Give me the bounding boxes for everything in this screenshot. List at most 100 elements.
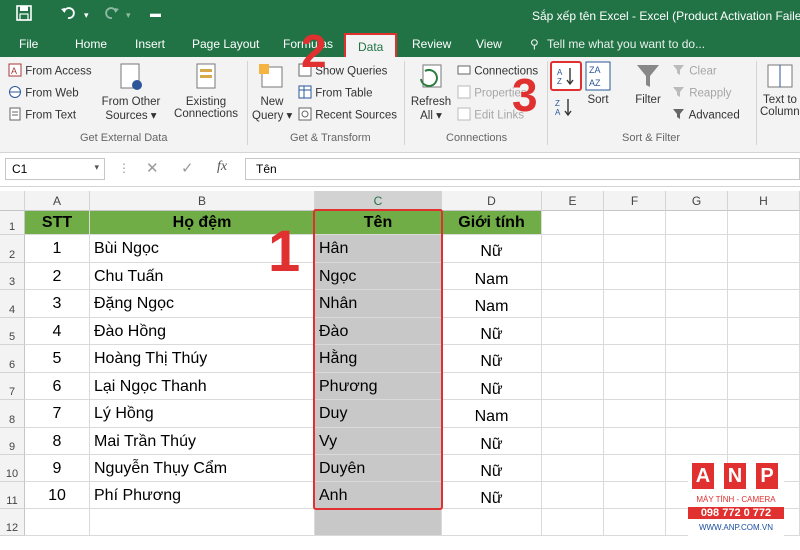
cell-ho-dem[interactable]: Phí Phương: [90, 482, 315, 509]
undo-icon[interactable]: [60, 5, 76, 25]
cell-stt[interactable]: 4: [25, 318, 90, 345]
column-header-g[interactable]: G: [666, 191, 728, 211]
redo-icon[interactable]: [104, 5, 120, 25]
from-access-button[interactable]: A From Access: [8, 63, 92, 80]
empty-cell[interactable]: [542, 455, 604, 482]
empty-cell[interactable]: [25, 509, 90, 536]
cell-ho-dem[interactable]: Lý Hồng: [90, 400, 315, 428]
sort-a-to-z-button[interactable]: AZ: [550, 61, 582, 91]
tell-me-input[interactable]: Tell me what you want to do...: [547, 37, 705, 51]
empty-cell[interactable]: [542, 400, 604, 428]
empty-cell[interactable]: [666, 373, 728, 400]
empty-cell[interactable]: [542, 428, 604, 455]
empty-cell[interactable]: [666, 290, 728, 318]
cell-ho-dem[interactable]: Mai Trần Thúy: [90, 428, 315, 455]
cell-stt[interactable]: 1: [25, 235, 90, 263]
cell-stt[interactable]: 6: [25, 373, 90, 400]
empty-cell[interactable]: [542, 345, 604, 373]
empty-cell[interactable]: [604, 345, 666, 373]
select-all-corner[interactable]: [0, 191, 25, 211]
cell-ho-dem[interactable]: Hoàng Thị Thúy: [90, 345, 315, 373]
row-header[interactable]: 4: [0, 290, 25, 318]
empty-cell[interactable]: [728, 345, 800, 373]
cell-ten[interactable]: Ngọc: [315, 263, 442, 290]
undo-dropdown-icon[interactable]: ▾: [84, 10, 89, 21]
empty-cell[interactable]: [90, 509, 315, 536]
empty-cell[interactable]: [604, 373, 666, 400]
header-cell-stt[interactable]: STT: [25, 211, 90, 235]
row-header[interactable]: 10: [0, 455, 25, 482]
empty-cell[interactable]: [604, 290, 666, 318]
row-header[interactable]: 9: [0, 428, 25, 455]
empty-cell[interactable]: [728, 318, 800, 345]
cell-gioi-tinh[interactable]: Nam: [442, 263, 542, 290]
cell-gioi-tinh[interactable]: Nam: [442, 290, 542, 318]
new-query-button[interactable]: New Query ▾: [252, 61, 292, 122]
empty-cell[interactable]: [604, 263, 666, 290]
customize-qat-icon[interactable]: ▬: [150, 8, 161, 20]
empty-cell[interactable]: [604, 211, 666, 235]
cell-gioi-tinh[interactable]: Nữ: [442, 318, 542, 345]
row-header[interactable]: 12: [0, 509, 25, 536]
empty-cell[interactable]: [604, 400, 666, 428]
empty-cell[interactable]: [315, 509, 442, 536]
row-header[interactable]: 5: [0, 318, 25, 345]
cell-ten[interactable]: Đào: [315, 318, 442, 345]
name-box[interactable]: C1 ▾: [5, 158, 105, 180]
cell-stt[interactable]: 10: [25, 482, 90, 509]
empty-cell[interactable]: [666, 318, 728, 345]
cell-ho-dem[interactable]: Lại Ngọc Thanh: [90, 373, 315, 400]
empty-cell[interactable]: [666, 263, 728, 290]
cell-ten[interactable]: Anh: [315, 482, 442, 509]
cell-ten[interactable]: Duy: [315, 400, 442, 428]
cell-stt[interactable]: 3: [25, 290, 90, 318]
refresh-all-button[interactable]: Refresh All ▾: [410, 61, 452, 122]
empty-cell[interactable]: [666, 345, 728, 373]
reapply-button[interactable]: Reapply: [672, 85, 731, 102]
column-header-f[interactable]: F: [604, 191, 666, 211]
insert-function-icon[interactable]: fx: [217, 159, 227, 175]
existing-connections-button[interactable]: Existing Connections: [172, 61, 240, 120]
row-header[interactable]: 1: [0, 211, 25, 235]
empty-cell[interactable]: [666, 211, 728, 235]
cancel-icon[interactable]: ✕: [146, 159, 159, 177]
from-table-button[interactable]: From Table: [298, 85, 373, 102]
empty-cell[interactable]: [728, 373, 800, 400]
tab-review[interactable]: Review: [412, 37, 451, 51]
tab-file[interactable]: File: [19, 37, 38, 51]
clear-button[interactable]: Clear: [672, 63, 717, 80]
formula-input[interactable]: Tên: [245, 158, 800, 180]
cell-gioi-tinh[interactable]: Nữ: [442, 455, 542, 482]
tab-home[interactable]: Home: [75, 37, 107, 51]
cell-gioi-tinh[interactable]: Nữ: [442, 482, 542, 509]
redo-dropdown-icon[interactable]: ▾: [126, 10, 131, 21]
tab-insert[interactable]: Insert: [135, 37, 165, 51]
empty-cell[interactable]: [604, 509, 666, 536]
cell-gioi-tinh[interactable]: Nữ: [442, 428, 542, 455]
empty-cell[interactable]: [542, 263, 604, 290]
empty-cell[interactable]: [542, 211, 604, 235]
row-header[interactable]: 3: [0, 263, 25, 290]
from-web-button[interactable]: From Web: [8, 85, 79, 102]
column-header-d[interactable]: D: [442, 191, 542, 211]
empty-cell[interactable]: [604, 428, 666, 455]
header-cell-ten[interactable]: Tên: [315, 211, 442, 235]
cell-stt[interactable]: 7: [25, 400, 90, 428]
empty-cell[interactable]: [604, 455, 666, 482]
tab-page-layout[interactable]: Page Layout: [192, 37, 259, 51]
cell-ho-dem[interactable]: Đặng Ngọc: [90, 290, 315, 318]
cell-gioi-tinh[interactable]: Nữ: [442, 235, 542, 263]
empty-cell[interactable]: [542, 509, 604, 536]
empty-cell[interactable]: [666, 428, 728, 455]
empty-cell[interactable]: [728, 263, 800, 290]
empty-cell[interactable]: [542, 482, 604, 509]
empty-cell[interactable]: [542, 235, 604, 263]
empty-cell[interactable]: [542, 290, 604, 318]
enter-icon[interactable]: ✓: [181, 159, 194, 177]
row-header[interactable]: 6: [0, 345, 25, 373]
name-box-dropdown-icon[interactable]: ▾: [94, 162, 99, 173]
advanced-button[interactable]: Advanced: [672, 107, 740, 124]
empty-cell[interactable]: [728, 428, 800, 455]
header-cell-gioi-tinh[interactable]: Giới tính: [442, 211, 542, 235]
column-header-c[interactable]: C: [315, 191, 442, 211]
